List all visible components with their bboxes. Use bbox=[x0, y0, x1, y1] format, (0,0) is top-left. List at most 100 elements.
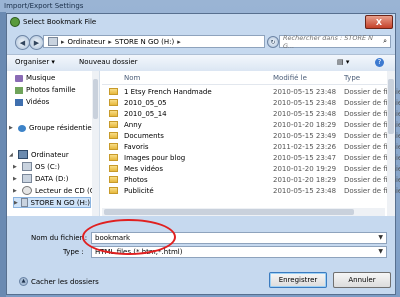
drive-icon bbox=[48, 37, 58, 46]
breadcrumb-computer[interactable]: Ordinateur bbox=[68, 38, 106, 46]
column-type[interactable]: Type bbox=[344, 74, 360, 82]
expand-arrow-icon[interactable]: ▶ bbox=[13, 164, 19, 170]
item-name: 2010_05_14 bbox=[124, 110, 167, 118]
computer-icon bbox=[18, 150, 28, 159]
expand-arrow-icon[interactable]: ▶ bbox=[13, 176, 19, 182]
item-name: 2010_05_05 bbox=[124, 99, 167, 107]
sidebar-item-label: Photos famille bbox=[26, 86, 76, 94]
file-list: Nom Modifié le Type 1 Etsy French Handma… bbox=[102, 71, 400, 216]
folder-icon bbox=[109, 110, 118, 117]
pictures-icon bbox=[15, 86, 23, 94]
refresh-icon[interactable]: ↻ bbox=[267, 36, 279, 48]
horizontal-scrollbar[interactable] bbox=[102, 208, 385, 216]
forward-button[interactable]: ▶ bbox=[29, 35, 44, 50]
sidebar-item-photos[interactable]: Photos famille bbox=[15, 86, 76, 94]
item-date: 2010-01-20 18:29 bbox=[273, 121, 337, 129]
item-name: Mes vidéos bbox=[124, 165, 163, 173]
organize-button[interactable]: Organiser ▾ bbox=[15, 58, 55, 66]
navigation-bar: ◀ ▶ ▸ Ordinateur ▸ STORE N GO (H:) ▸ ↻ R… bbox=[7, 32, 395, 52]
item-name: Images pour blog bbox=[124, 154, 186, 162]
breadcrumb-drive[interactable]: STORE N GO (H:) bbox=[115, 38, 174, 46]
sidebar-item-label: Lecteur de CD (G bbox=[35, 186, 96, 195]
item-date: 2011-02-15 23:26 bbox=[273, 143, 337, 151]
sidebar-scrollbar[interactable] bbox=[92, 71, 99, 216]
item-name: Photos bbox=[124, 176, 148, 184]
scrollbar-thumb[interactable] bbox=[104, 209, 354, 215]
cd-icon bbox=[22, 186, 32, 195]
chevron-right-icon: ▸ bbox=[177, 37, 181, 46]
item-name: Documents bbox=[124, 132, 164, 140]
chevron-right-icon: ▸ bbox=[61, 37, 65, 46]
folder-icon bbox=[109, 176, 118, 183]
list-item[interactable]: Publicité2010-05-15 23:48Dossier de fich… bbox=[102, 185, 400, 196]
list-item[interactable]: Photos2010-01-20 18:29Dossier de fichier… bbox=[102, 174, 400, 185]
chevron-down-icon[interactable]: ▼ bbox=[378, 233, 383, 243]
item-name: Anny bbox=[124, 121, 142, 129]
chevron-down-icon[interactable]: ▼ bbox=[378, 247, 383, 257]
music-icon bbox=[15, 74, 23, 82]
item-date: 2010-05-15 23:48 bbox=[273, 88, 337, 96]
sidebar-item-label: Ordinateur bbox=[31, 150, 69, 159]
folder-icon bbox=[109, 143, 118, 150]
column-name[interactable]: Nom bbox=[124, 74, 140, 82]
dialog-titlebar: Select Bookmark File bbox=[10, 14, 96, 30]
list-item[interactable]: 2010_05_052010-05-15 23:48Dossier de fic… bbox=[102, 97, 400, 108]
folder-icon bbox=[109, 165, 118, 172]
hide-folders-toggle[interactable]: ▲ Cacher les dossiers bbox=[19, 277, 99, 286]
sidebar-item-os-drive[interactable]: ▶ OS (C:) bbox=[13, 162, 60, 171]
expand-arrow-icon[interactable]: ▶ bbox=[13, 188, 19, 194]
item-date: 2010-05-15 23:47 bbox=[273, 154, 337, 162]
item-date: 2010-05-15 23:48 bbox=[273, 187, 337, 195]
back-button[interactable]: ◀ bbox=[15, 35, 30, 50]
sidebar-item-store-n-go[interactable]: ▶ STORE N GO (H:) bbox=[13, 197, 91, 208]
item-date: 2010-05-15 23:48 bbox=[273, 110, 337, 118]
column-modified[interactable]: Modifié le bbox=[273, 74, 307, 82]
collapse-arrow-icon[interactable]: ◢ bbox=[9, 152, 15, 158]
sidebar-item-music[interactable]: Musique bbox=[15, 74, 55, 82]
expand-arrow-icon[interactable]: ▶ bbox=[14, 200, 18, 206]
sidebar-item-videos[interactable]: Vidéos bbox=[15, 98, 49, 106]
item-name: Publicité bbox=[124, 187, 154, 195]
cancel-button[interactable]: Annuler bbox=[333, 272, 391, 288]
dialog-title: Select Bookmark File bbox=[23, 18, 97, 26]
folder-icon bbox=[109, 121, 118, 128]
list-item[interactable]: 2010_05_142010-05-15 23:48Dossier de fic… bbox=[102, 108, 400, 119]
new-folder-button[interactable]: Nouveau dossier bbox=[79, 58, 138, 66]
list-item[interactable]: Favoris2011-02-15 23:26Dossier de fichie… bbox=[102, 141, 400, 152]
close-button[interactable]: X bbox=[365, 15, 393, 29]
toolbar: Organiser ▾ Nouveau dossier ▤ ▾ ? bbox=[7, 54, 395, 72]
sidebar-item-computer[interactable]: ◢ Ordinateur bbox=[9, 150, 69, 159]
save-button[interactable]: Enregistrer bbox=[269, 272, 327, 288]
drive-icon bbox=[22, 174, 32, 183]
view-options-icon[interactable]: ▤ ▾ bbox=[337, 58, 349, 66]
drive-icon bbox=[22, 162, 32, 171]
address-bar[interactable]: ▸ Ordinateur ▸ STORE N GO (H:) ▸ bbox=[43, 35, 265, 48]
sidebar-item-data-drive[interactable]: ▶ DATA (D:) bbox=[13, 174, 68, 183]
file-type-label: Type : bbox=[63, 248, 84, 256]
item-date: 2010-01-20 19:29 bbox=[273, 165, 337, 173]
list-item[interactable]: Documents2010-05-15 23:49Dossier de fich… bbox=[102, 130, 400, 141]
sidebar-item-label: STORE N GO (H:) bbox=[30, 198, 90, 207]
scrollbar-thumb[interactable] bbox=[93, 79, 98, 119]
list-item[interactable]: Images pour blog 2010-05-15 23:47 Dossier … bbox=[102, 152, 400, 163]
list-item[interactable]: Anny2010-01-20 18:29Dossier de fichiers bbox=[102, 119, 400, 130]
scrollbar-thumb[interactable] bbox=[388, 79, 394, 134]
file-list-scrollbar[interactable] bbox=[387, 71, 395, 216]
sidebar-item-label: DATA (D:) bbox=[35, 174, 69, 183]
firefox-icon bbox=[10, 17, 20, 27]
chevron-up-icon: ▲ bbox=[19, 277, 28, 286]
list-item[interactable]: 1 Etsy French Handmade 2010-05-15 23:48 Do… bbox=[102, 86, 400, 97]
help-icon[interactable]: ? bbox=[375, 58, 384, 67]
folder-icon bbox=[109, 132, 118, 139]
filename-label: Nom du fichier : bbox=[31, 234, 88, 242]
search-icon[interactable]: ⌕ bbox=[383, 37, 387, 46]
sidebar-item-cd-drive[interactable]: ▶ Lecteur de CD (G bbox=[13, 186, 95, 195]
folder-icon bbox=[109, 187, 118, 194]
search-input[interactable]: Rechercher dans : STORE N G... ⌕ bbox=[279, 34, 391, 50]
expand-arrow-icon[interactable]: ▶ bbox=[9, 125, 15, 131]
sidebar-item-homegroup[interactable]: ▶ Groupe résidentiel bbox=[9, 124, 94, 132]
file-list-header: Nom Modifié le Type bbox=[102, 72, 395, 85]
folder-icon bbox=[109, 154, 118, 161]
list-item[interactable]: Mes vidéos2010-01-20 19:29Dossier de fic… bbox=[102, 163, 400, 174]
folder-icon bbox=[109, 99, 118, 106]
